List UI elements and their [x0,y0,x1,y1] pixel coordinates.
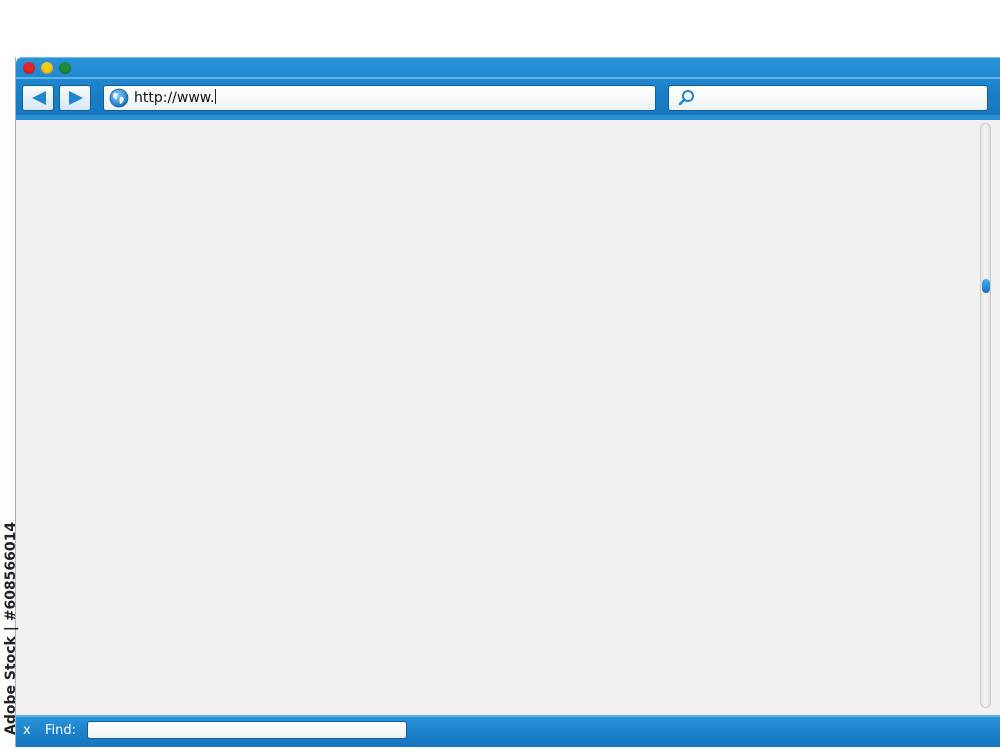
search-icon [678,90,694,106]
watermark-text: Adobe Stock | #608566014 [3,521,19,735]
find-label: Find: [45,723,77,738]
find-close-button[interactable]: x [23,723,31,739]
page-content-area[interactable] [16,120,1000,715]
browser-window: http://www. x Find: [15,57,1000,747]
scrollbar-thumb[interactable] [982,279,990,293]
address-value: http://www. [134,90,215,106]
minimize-window-button[interactable] [41,62,53,74]
find-bar: x Find: [16,715,1000,747]
address-bar[interactable]: http://www. [103,85,656,111]
forward-button[interactable] [59,85,91,111]
text-caret [215,89,217,104]
browser-toolbar: http://www. [16,57,1000,120]
address-input[interactable]: http://www. [134,89,217,106]
search-field[interactable] [668,85,988,111]
triangle-left-icon [32,91,46,105]
back-button[interactable] [22,85,54,111]
maximize-window-button[interactable] [59,62,71,74]
vertical-scrollbar[interactable] [980,123,991,708]
page: http://www. x Find: Adobe Stock | #60856… [0,0,1000,752]
close-window-button[interactable] [23,62,35,74]
titlebar-divider [16,77,1000,79]
triangle-right-icon [69,91,83,105]
find-input[interactable] [87,721,407,739]
globe-icon [109,88,129,108]
